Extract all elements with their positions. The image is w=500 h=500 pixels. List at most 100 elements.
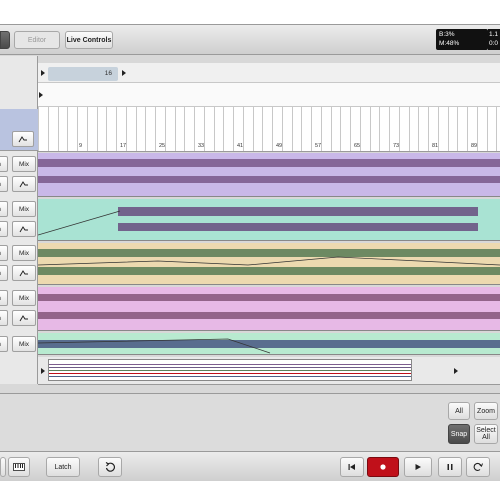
track-2-lane[interactable] [38,199,500,241]
selected-track-header[interactable] [0,109,38,151]
keyboard-button[interactable] [8,457,30,477]
overview-window[interactable] [48,359,412,381]
track-4-mix-button[interactable]: Mix [12,290,36,306]
lower-panel: All Zoom Snap Select All [0,393,500,451]
track-3-automation-button[interactable] [12,265,36,281]
mode-button-partial[interactable] [0,31,10,49]
ruler-tick [38,107,39,151]
ruler-tick [145,107,146,151]
ruler-tick [321,107,322,151]
select-all-button[interactable]: Select All [474,424,498,444]
track-1-button-a[interactable]: n [0,156,8,172]
track-5-button-a[interactable]: n [0,336,8,352]
latch-button[interactable]: Latch [46,457,80,477]
all-button[interactable]: All [448,402,470,420]
ruler-label: 89 [471,143,478,149]
pause-icon [447,464,453,470]
left-edge-button[interactable] [0,457,6,477]
ruler-tick [233,107,234,151]
loop-right-arrow-icon[interactable] [122,70,126,76]
loop-left-arrow-icon[interactable] [41,70,45,76]
ruler-tick [116,107,117,151]
track-controls-1: n Mix n [0,153,38,197]
ruler-tick [243,107,244,151]
track-4-automation-button[interactable] [12,310,36,326]
ruler-tick [467,107,468,151]
overview-right-arrow-icon[interactable] [454,368,458,374]
ruler-tick [438,107,439,151]
keyboard-icon [13,463,25,471]
ruler-tick [155,107,156,151]
track-2-mix-button[interactable]: Mix [12,201,36,217]
ruler-label: 25 [159,143,166,149]
track-4-lane[interactable] [38,287,500,331]
undo-icon [105,462,115,472]
daw-app-window: Editor Live Controls B:3% M:48% 1.1 0:0 … [0,24,500,481]
ruler-tick [97,107,98,151]
automation-curve-icon [19,181,28,188]
ruler-tick [360,107,361,151]
playhead-marker-icon[interactable] [39,92,43,98]
ruler-label: 81 [432,143,439,149]
live-controls-button[interactable]: Live Controls [65,31,113,49]
position-display: 1.1 0:0 [488,29,500,50]
ruler-tick [262,107,263,151]
ruler-tick [301,107,302,151]
track-1-automation-button[interactable] [12,176,36,192]
ruler-label: 17 [120,143,127,149]
undo-button[interactable] [98,457,122,477]
track-1-mix-button[interactable]: Mix [12,156,36,172]
play-button[interactable] [404,457,432,477]
position-bars: 1.1 [489,31,499,38]
overview-tracks [49,364,411,377]
track-3-mix-button[interactable]: Mix [12,245,36,261]
ruler-tick [428,107,429,151]
zoom-button[interactable]: Zoom [474,402,498,420]
track-3-lane[interactable] [38,243,500,285]
loop-button[interactable] [466,457,490,477]
loop-region[interactable]: 16 [48,67,118,81]
ruler-tick [379,107,380,151]
timeline-ruler[interactable]: 9 17 25 33 41 49 57 65 73 81 89 [38,107,500,152]
rewind-to-start-button[interactable] [340,457,364,477]
ruler-tick [370,107,371,151]
ruler-tick [389,107,390,151]
track-2-button-a[interactable]: n [0,201,8,217]
track-2-automation-button[interactable] [12,221,36,237]
track-4-button-b[interactable]: n [0,310,8,326]
track-1-lane[interactable] [38,153,500,197]
record-button[interactable] [367,457,399,477]
overview-left-arrow-icon[interactable] [41,368,45,374]
ruler-tick [409,107,410,151]
ruler-tick [214,107,215,151]
track-controls-3: n Mix n [0,243,38,285]
ruler-tick [184,107,185,151]
ruler-tick [67,107,68,151]
playhead-lane[interactable] [38,83,500,107]
track-5-waveform [38,338,500,354]
skip-back-icon [348,464,355,470]
arrangement-overview[interactable] [38,357,500,385]
automation-button[interactable] [12,131,34,147]
ruler-tick [106,107,107,151]
ruler-tick [282,107,283,151]
ruler-label: 57 [315,143,322,149]
track-2-waveform [38,207,478,236]
ruler-tick [292,107,293,151]
ruler-tick [223,107,224,151]
editor-button[interactable]: Editor [14,31,60,49]
ruler-label: 33 [198,143,205,149]
loop-region-bar[interactable]: 16 [38,63,500,83]
track-1-button-b[interactable]: n [0,176,8,192]
ruler-tick [136,107,137,151]
track-3-button-a[interactable]: n [0,245,8,261]
track-5-lane[interactable] [38,333,500,355]
automation-curve-icon [19,315,28,322]
track-2-button-b[interactable]: n [0,221,8,237]
track-4-button-a[interactable]: n [0,290,8,306]
pause-button[interactable] [438,457,462,477]
snap-button[interactable]: Snap [448,424,470,444]
track-3-button-b[interactable]: n [0,265,8,281]
track-5-mix-button[interactable]: Mix [12,336,36,352]
position-time: 0:0 [489,40,499,47]
